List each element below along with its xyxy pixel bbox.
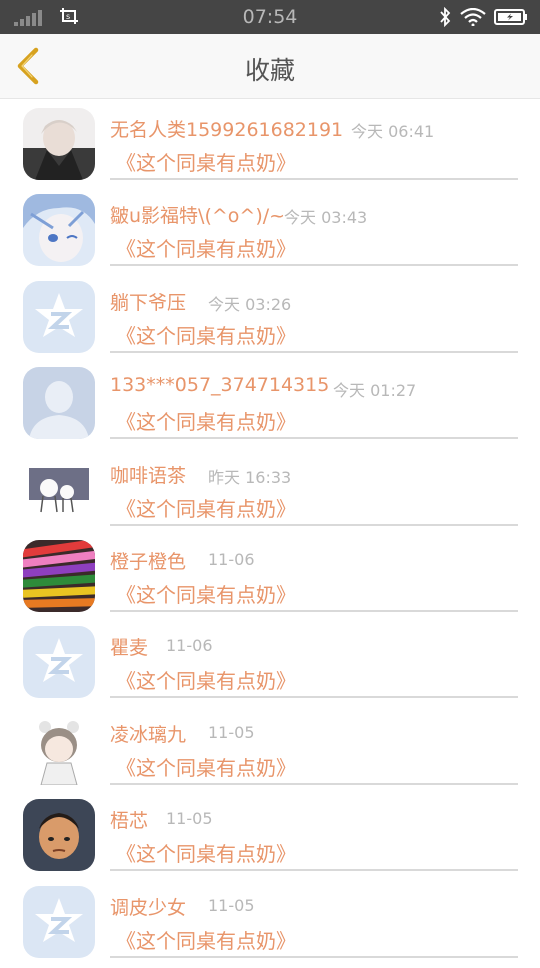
divider bbox=[110, 782, 518, 785]
timestamp: 11-05 bbox=[166, 809, 213, 829]
book-title[interactable]: 《这个同桌有点奶》 bbox=[116, 838, 296, 867]
timestamp: 今天 06:41 bbox=[351, 122, 435, 141]
list-item[interactable]: 凌冰璃九 11-05 《这个同桌有点奶》 bbox=[0, 709, 540, 795]
clock: 07:54 bbox=[242, 6, 298, 28]
timestamp: 11-05 bbox=[208, 895, 255, 915]
timestamp: 今天 01:27 bbox=[333, 381, 417, 401]
user-name[interactable]: 咖啡语茶 bbox=[110, 461, 186, 488]
user-name[interactable]: 瞿麦 bbox=[110, 633, 148, 660]
divider bbox=[110, 350, 518, 353]
divider bbox=[110, 869, 518, 872]
list-item[interactable]: 橙子橙色 11-06 《这个同桌有点奶》 bbox=[0, 536, 540, 622]
anime-blue-hair-avatar[interactable] bbox=[23, 194, 95, 267]
timestamp: 11-06 bbox=[208, 549, 255, 569]
timestamp: 11-05 bbox=[208, 722, 255, 742]
divider bbox=[110, 178, 518, 180]
favorites-list: 无名人类1599261682191 今天 06:41 《这个同桌有点奶》 皺u影… bbox=[0, 104, 540, 968]
book-title[interactable]: 《这个同桌有点奶》 bbox=[116, 925, 296, 954]
divider bbox=[110, 696, 518, 699]
bluetooth-icon bbox=[440, 7, 451, 27]
book-title[interactable]: 《这个同桌有点奶》 bbox=[116, 493, 296, 522]
divider bbox=[110, 609, 518, 612]
list-item[interactable]: 梧芯 11-05 《这个同桌有点奶》 bbox=[0, 795, 540, 881]
book-title[interactable]: 《这个同桌有点奶》 bbox=[116, 320, 296, 349]
user-name[interactable]: 凌冰璃九 bbox=[110, 720, 186, 747]
user-name[interactable]: 橙子橙色 bbox=[110, 547, 186, 574]
page-title: 收藏 bbox=[244, 56, 295, 85]
book-title[interactable]: 《这个同桌有点奶》 bbox=[116, 233, 296, 262]
default-qq-avatar[interactable] bbox=[23, 280, 95, 353]
divider bbox=[110, 955, 518, 958]
book-title[interactable]: 《这个同桌有点奶》 bbox=[116, 665, 296, 694]
user-name[interactable]: 调皮少女 bbox=[110, 893, 186, 920]
anime-chibi-avatar[interactable] bbox=[23, 712, 95, 785]
wifi-icon bbox=[460, 8, 486, 26]
divider bbox=[110, 523, 518, 526]
divider bbox=[110, 264, 518, 267]
default-qq-avatar[interactable] bbox=[23, 626, 95, 699]
timestamp: 11-06 bbox=[166, 636, 213, 656]
cartoon-boy-avatar[interactable] bbox=[23, 799, 95, 872]
list-item[interactable]: 躺下爷压 今天 03:26 《这个同桌有点奶》 bbox=[0, 277, 540, 363]
user-name[interactable]: 皺u影福特\(^o^)/~ bbox=[110, 201, 285, 228]
user-name[interactable]: 133***057_374714315 bbox=[110, 374, 329, 396]
status-bar: s 07:54 bbox=[0, 0, 540, 34]
list-item[interactable]: 咖啡语茶 昨天 16:33 《这个同桌有点奶》 bbox=[0, 450, 540, 536]
anime-portrait-avatar[interactable] bbox=[23, 108, 95, 180]
user-name[interactable]: 梧芯 bbox=[110, 806, 148, 833]
divider bbox=[110, 437, 518, 440]
book-title[interactable]: 《这个同桌有点奶》 bbox=[116, 752, 296, 781]
list-item[interactable]: 133***057_374714315 今天 01:27 《这个同桌有点奶》 bbox=[0, 363, 540, 449]
timestamp: 今天 03:26 bbox=[208, 294, 292, 314]
default-person-avatar[interactable] bbox=[23, 367, 95, 440]
user-name[interactable]: 躺下爷压 bbox=[110, 288, 186, 315]
book-title[interactable]: 《这个同桌有点奶》 bbox=[116, 579, 296, 608]
default-qq-avatar[interactable] bbox=[23, 885, 95, 958]
timestamp: 今天 03:43 bbox=[284, 208, 368, 228]
list-item[interactable]: 瞿麦 11-06 《这个同桌有点奶》 bbox=[0, 622, 540, 708]
list-item[interactable]: 皺u影福特\(^o^)/~ 今天 03:43 《这个同桌有点奶》 bbox=[0, 190, 540, 276]
colored-pencils-avatar[interactable] bbox=[23, 539, 95, 612]
list-item[interactable]: 调皮少女 11-05 《这个同桌有点奶》 bbox=[0, 882, 540, 968]
list-item[interactable]: 无名人类1599261682191 今天 06:41 《这个同桌有点奶》 bbox=[0, 104, 540, 190]
book-title[interactable]: 《这个同桌有点奶》 bbox=[116, 147, 296, 176]
timestamp: 昨天 16:33 bbox=[208, 467, 292, 487]
battery-icon bbox=[494, 9, 527, 25]
book-title[interactable]: 《这个同桌有点奶》 bbox=[116, 406, 296, 435]
user-name[interactable]: 无名人类1599261682191 bbox=[110, 115, 343, 142]
nav-bar: 收藏 bbox=[0, 34, 540, 99]
cartoon-figures-avatar[interactable] bbox=[23, 453, 95, 526]
